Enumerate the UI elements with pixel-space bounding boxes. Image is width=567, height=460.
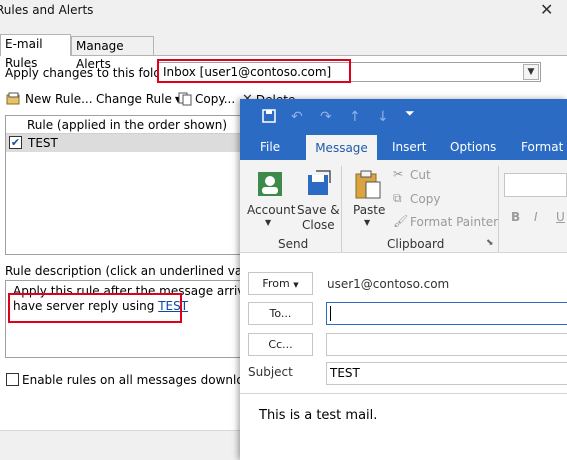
cc-input[interactable]	[326, 333, 567, 356]
subject-value: TEST	[330, 366, 360, 380]
chevron-down-icon: ▼	[293, 281, 299, 289]
from-label: From	[262, 277, 290, 290]
chevron-down-icon: ▼	[265, 218, 272, 227]
tab-format-text[interactable]: Format Text	[521, 140, 567, 154]
copy-rule-button[interactable]: Copy...	[178, 92, 235, 106]
ribbon-separator	[498, 166, 499, 252]
dialog-title: Rules and Alerts	[0, 3, 94, 17]
up-icon[interactable]: ↑	[349, 109, 361, 125]
tab-options[interactable]: Options	[450, 140, 496, 154]
underline-button[interactable]: U	[556, 210, 565, 224]
to-button[interactable]: To...	[248, 302, 313, 325]
close-icon[interactable]: ✕	[540, 0, 553, 19]
save-close-button-line2: Close	[302, 218, 335, 232]
down-icon[interactable]: ↓	[377, 109, 389, 125]
copy-icon: ⧉	[393, 191, 402, 205]
highlight-box-folder	[157, 59, 351, 83]
rule-name: TEST	[28, 136, 58, 150]
message-titlebar: ↶ ↷ ↑ ↓ ⏷	[240, 99, 567, 135]
send-group-label: Send	[278, 237, 309, 251]
account-button[interactable]: Account	[247, 203, 295, 217]
italic-button[interactable]: I	[534, 210, 538, 224]
copy-rule-label: Copy...	[195, 92, 236, 106]
clipboard-group-label: Clipboard	[387, 237, 445, 251]
from-button[interactable]: From ▼	[248, 272, 313, 295]
tab-file[interactable]: File	[260, 140, 280, 154]
change-rule-label: Change Rule	[96, 92, 172, 106]
ribbon: Account ▼ Save & Close Send Paste ▼ ✂ Cu…	[240, 160, 567, 253]
to-input[interactable]	[326, 302, 567, 325]
font-name-input[interactable]	[504, 173, 567, 197]
rules-list-header-label: Rule (applied in the order shown)	[27, 118, 228, 132]
customize-qat-icon[interactable]: ⏷	[405, 106, 415, 121]
subject-input[interactable]: TEST	[326, 362, 567, 385]
subject-label: Subject	[248, 365, 293, 379]
rule-enabled-checkbox[interactable]: ✔	[9, 136, 22, 149]
text-caret	[330, 306, 331, 321]
save-close-icon	[304, 169, 332, 200]
undo-icon[interactable]: ↶	[291, 109, 303, 125]
ribbon-tabs: File Message Insert Options Format Text	[240, 135, 567, 160]
body-separator	[240, 393, 567, 394]
account-icon	[257, 171, 283, 200]
new-rule-label: New Rule...	[25, 92, 93, 106]
save-close-button[interactable]: Save &	[297, 203, 340, 217]
cc-button[interactable]: Cc...	[248, 333, 313, 356]
paste-button[interactable]: Paste	[353, 203, 385, 217]
rules-list[interactable]: Rule (applied in the order shown) ✔ TEST	[5, 115, 245, 255]
tab-message[interactable]: Message	[306, 135, 377, 160]
dialog-launcher-icon[interactable]: ⬊	[486, 238, 494, 248]
rule-row[interactable]: ✔ TEST	[6, 134, 244, 152]
tab-email-rules[interactable]: E-mail Rules	[0, 34, 71, 70]
bold-button[interactable]: B	[511, 210, 520, 224]
copy-button[interactable]: Copy	[410, 192, 440, 206]
chevron-down-icon: ▼	[364, 218, 371, 227]
new-rule-button[interactable]: New Rule...	[6, 92, 93, 106]
message-window: ↶ ↷ ↑ ↓ ⏷ File Message Insert Options Fo…	[240, 99, 567, 460]
rules-list-header: Rule (applied in the order shown)	[6, 116, 244, 134]
format-painter-button[interactable]: Format Painter	[410, 215, 498, 229]
from-value: user1@contoso.com	[327, 277, 450, 291]
save-icon[interactable]	[262, 109, 276, 127]
tab-insert[interactable]: Insert	[392, 140, 426, 154]
compose-form: From ▼ user1@contoso.com To... Cc... Sub…	[240, 254, 567, 460]
format-painter-icon: 🖌	[393, 214, 409, 228]
enable-rss-checkbox[interactable]	[6, 373, 19, 386]
ribbon-separator	[341, 166, 342, 252]
change-rule-button[interactable]: Change Rule ▼	[96, 92, 181, 106]
paste-icon	[354, 170, 382, 203]
tab-manage-alerts[interactable]: Manage Alerts	[71, 36, 154, 71]
cut-button[interactable]: Cut	[410, 168, 431, 182]
highlight-box-description	[8, 293, 182, 323]
new-rule-icon	[6, 92, 20, 105]
redo-icon[interactable]: ↷	[320, 109, 332, 125]
message-body[interactable]: This is a test mail.	[259, 408, 377, 423]
chevron-down-icon[interactable]: ▼	[523, 64, 539, 80]
copy-icon	[178, 92, 192, 106]
scissors-icon: ✂	[393, 167, 404, 181]
